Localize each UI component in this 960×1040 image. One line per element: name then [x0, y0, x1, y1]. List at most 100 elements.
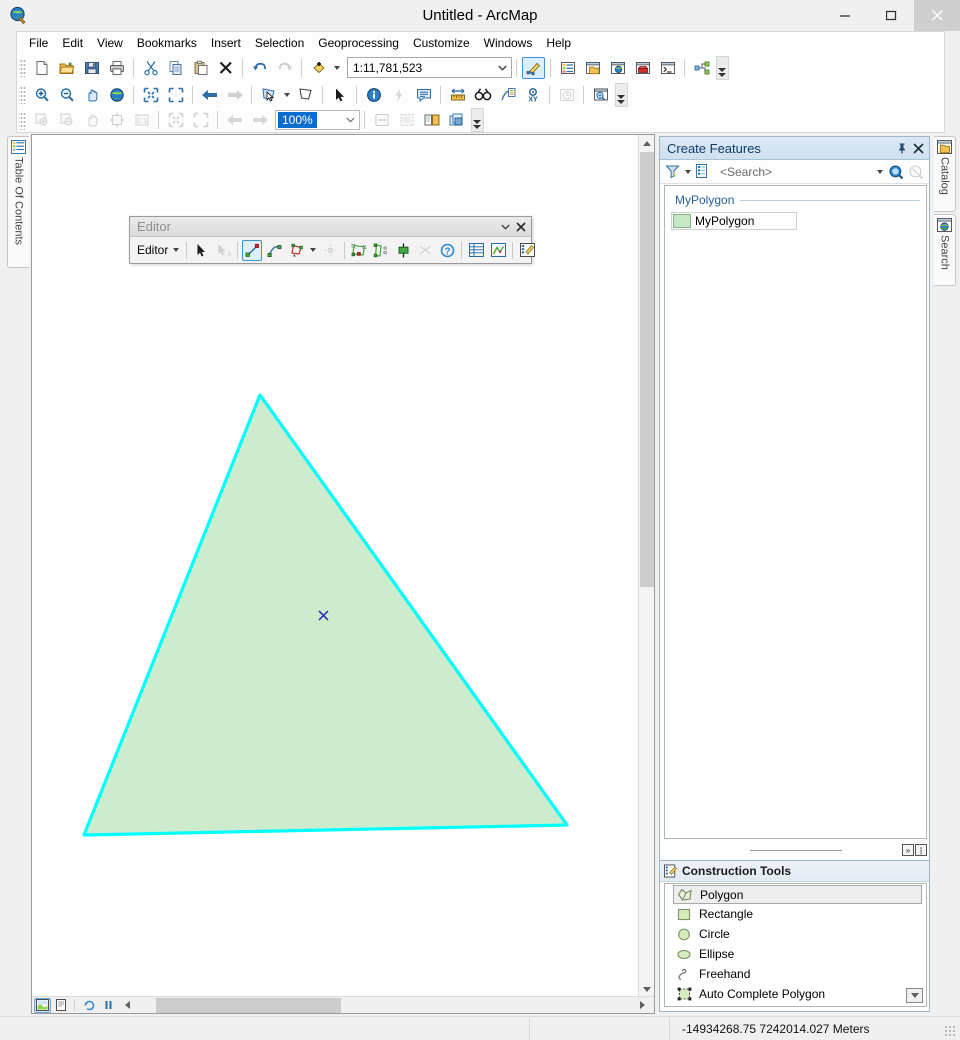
add-data-icon[interactable] — [307, 57, 330, 79]
map-vertical-scrollbar[interactable] — [638, 135, 654, 997]
go-back-extent-icon[interactable] — [198, 84, 221, 106]
menu-selection[interactable]: Selection — [248, 33, 311, 54]
toolbar-grip[interactable] — [19, 110, 26, 130]
close-icon[interactable] — [513, 219, 529, 235]
zoom-100-icon[interactable]: 1:1 — [130, 109, 153, 131]
html-popup-icon[interactable] — [412, 84, 435, 106]
panel-splitter[interactable]: » | — [664, 844, 927, 857]
data-driven-pages-icon[interactable] — [445, 109, 468, 131]
feature-template-item[interactable]: MyPolygon — [671, 212, 797, 230]
focus-data-frame-icon[interactable] — [395, 109, 418, 131]
trace-icon[interactable] — [286, 240, 306, 261]
menu-file[interactable]: File — [22, 33, 55, 54]
edit-tool-icon[interactable] — [191, 240, 211, 261]
layout-pan-icon[interactable] — [80, 109, 103, 131]
pin-icon[interactable] — [894, 140, 910, 156]
time-slider-icon[interactable] — [555, 84, 578, 106]
change-layout-icon[interactable] — [420, 109, 443, 131]
mirror-features-icon[interactable] — [393, 240, 413, 261]
select-elements-icon[interactable] — [328, 84, 351, 106]
menu-edit[interactable]: Edit — [55, 33, 90, 54]
hyperlink-icon[interactable] — [387, 84, 410, 106]
chevron-down-icon[interactable] — [342, 111, 359, 129]
find-icon[interactable] — [471, 84, 494, 106]
pause-drawing-button[interactable] — [100, 998, 117, 1013]
construction-tool-auto-complete-polygon[interactable]: Auto Complete Polygon — [665, 984, 926, 1004]
chevron-down-icon[interactable] — [497, 219, 513, 235]
toolbar-overflow-button[interactable] — [471, 108, 484, 132]
back-page-extent-icon[interactable] — [223, 109, 246, 131]
search-window-icon[interactable] — [606, 57, 629, 79]
toolbar-overflow-button[interactable] — [716, 55, 729, 80]
delete-icon[interactable] — [214, 57, 237, 79]
fixed-zoom-in-icon[interactable] — [139, 84, 162, 106]
undo-icon[interactable] — [248, 57, 271, 79]
menu-bookmarks[interactable]: Bookmarks — [130, 33, 204, 54]
editor-menu-button[interactable]: Editor — [132, 241, 183, 260]
save-icon[interactable] — [80, 57, 103, 79]
collapse-splitter-button[interactable]: » — [902, 844, 914, 856]
scroll-left-button[interactable] — [119, 998, 136, 1013]
sidebar-tab-table-of-contents[interactable]: Table Of Contents — [7, 136, 29, 268]
cut-polygons-icon[interactable] — [415, 240, 435, 261]
menu-insert[interactable]: Insert — [204, 33, 248, 54]
expand-splitter-button[interactable]: | — [915, 844, 927, 856]
go-next-extent-icon[interactable] — [223, 84, 246, 106]
scroll-right-button[interactable] — [634, 998, 651, 1013]
catalog-window-icon[interactable] — [581, 57, 604, 79]
straight-segment-icon[interactable] — [242, 239, 263, 261]
maximize-button[interactable] — [868, 0, 914, 31]
toolbar-grip[interactable] — [19, 58, 26, 77]
measure-icon[interactable] — [446, 84, 469, 106]
search-history-dropdown[interactable] — [874, 162, 886, 181]
menu-view[interactable]: View — [90, 33, 130, 54]
resize-grip[interactable] — [944, 1025, 956, 1037]
vertical-scroll-thumb[interactable] — [640, 152, 654, 587]
menu-help[interactable]: Help — [539, 33, 578, 54]
map-scale-combobox[interactable]: 1:11,781,523 — [347, 57, 512, 78]
map-canvas[interactable] — [32, 135, 639, 997]
construction-tool-circle[interactable]: Circle — [665, 924, 926, 944]
clear-search-icon[interactable] — [906, 162, 926, 181]
edit-annotation-tool-icon[interactable]: A — [213, 240, 233, 261]
create-features-window-icon[interactable] — [517, 240, 537, 261]
zoom-in-icon[interactable] — [30, 84, 53, 106]
rotate-tool-icon[interactable] — [371, 240, 391, 261]
sketch-properties-icon[interactable] — [488, 240, 508, 261]
cut-icon[interactable] — [139, 57, 162, 79]
sidebar-tab-catalog[interactable]: Catalog — [934, 136, 956, 212]
copy-icon[interactable] — [164, 57, 187, 79]
split-tool-icon[interactable] — [349, 240, 369, 261]
construction-tools-list[interactable]: Polygon Rectangle Circle Ellipse Freehan… — [664, 883, 927, 1007]
close-button[interactable] — [914, 0, 960, 31]
open-icon[interactable] — [55, 57, 78, 79]
zoom-out-icon[interactable] — [55, 84, 78, 106]
search-icon[interactable] — [886, 162, 906, 181]
toggle-draft-mode-icon[interactable] — [370, 109, 393, 131]
editor-toolbar-icon[interactable] — [522, 56, 545, 79]
model-builder-icon[interactable] — [690, 57, 713, 79]
filter-dropdown[interactable] — [682, 162, 694, 181]
construction-tool-freehand[interactable]: Freehand — [665, 964, 926, 984]
page-zoom-combobox[interactable]: 100% — [275, 110, 360, 130]
fixed-zoom-out-icon[interactable] — [164, 84, 187, 106]
attributes-icon[interactable] — [466, 240, 486, 261]
construction-tool-polygon[interactable]: Polygon — [673, 885, 922, 904]
toolbar-grip[interactable] — [19, 85, 26, 104]
zoom-whole-page-icon[interactable] — [105, 109, 128, 131]
construction-tool-ellipse[interactable]: Ellipse — [665, 944, 926, 964]
refresh-view-button[interactable] — [81, 998, 98, 1013]
new-map-icon[interactable] — [30, 57, 53, 79]
identify-icon[interactable] — [362, 84, 385, 106]
python-window-icon[interactable] — [656, 57, 679, 79]
organize-templates-icon[interactable] — [694, 162, 714, 181]
layout-zoom-out-icon[interactable] — [55, 109, 78, 131]
go-to-xy-icon[interactable]: XY — [521, 84, 544, 106]
fixed-zoom-out-page-icon[interactable] — [189, 109, 212, 131]
minimize-button[interactable] — [822, 0, 868, 31]
edit-vertices-icon[interactable]: ? — [437, 240, 457, 261]
menu-geoprocessing[interactable]: Geoprocessing — [311, 33, 406, 54]
menu-windows[interactable]: Windows — [477, 33, 540, 54]
forward-page-extent-icon[interactable] — [248, 109, 271, 131]
chevron-down-icon[interactable] — [494, 58, 511, 77]
